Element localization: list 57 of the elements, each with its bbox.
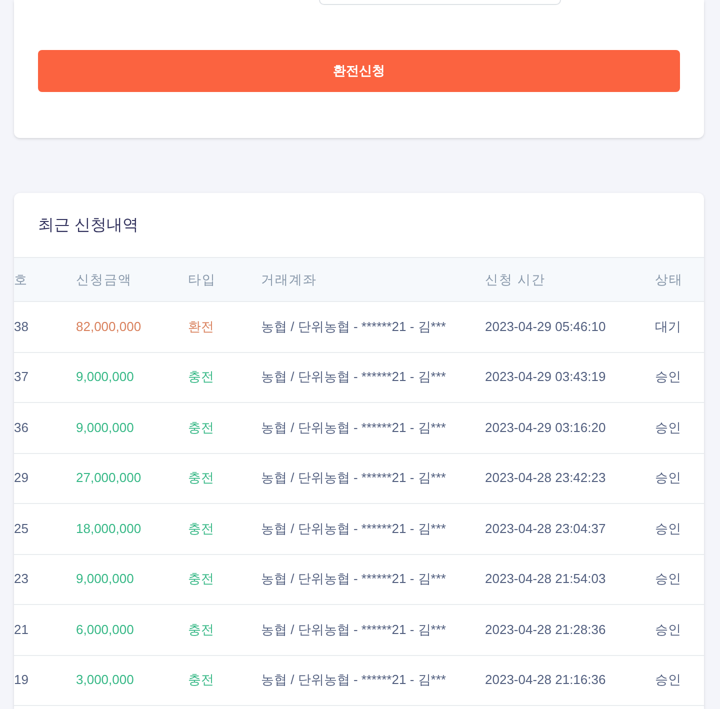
type-text: 충전 [188,571,214,586]
status-text: 승인 [655,420,681,435]
request-time-text: 2023-04-28 23:04:37 [485,520,606,536]
amount-text: 18,000,000 [76,520,142,536]
row-id-text: 29 [14,470,28,486]
account-text: 농협 / 단위농협 - ******21 - 김*** [261,520,446,536]
request-time-text: 2023-04-29 03:43:19 [485,369,606,384]
input-field[interactable] [319,0,561,5]
column-header: 호 [14,272,28,286]
row-id-text: 21 [14,622,28,637]
amount-text: 9,000,000 [76,571,134,586]
status-text: 대기 [655,318,681,334]
request-time-text: 2023-04-29 05:46:10 [485,318,606,334]
status-text: 승인 [655,571,681,586]
row-id-text: 38 [14,318,28,334]
account-text: 농협 / 단위농협 - ******21 - 김*** [261,672,446,688]
request-time-text: 2023-04-28 21:28:36 [485,622,606,637]
account-text: 농협 / 단위농협 - ******21 - 김*** [261,420,446,435]
type-text: 충전 [188,520,214,536]
account-text: 농협 / 단위농협 - ******21 - 김*** [261,369,446,384]
row-id-text: 23 [14,571,28,586]
request-time-text: 2023-04-28 23:42:23 [485,470,606,486]
request-time-text: 2023-04-28 21:16:36 [485,672,606,688]
exchange-request-button[interactable]: 환전신청 [38,50,680,92]
column-header: 신청 시간 [485,272,546,286]
account-text: 농협 / 단위농협 - ******21 - 김*** [261,318,446,334]
status-text: 승인 [655,470,681,486]
column-header: 타입 [188,272,216,286]
account-text: 농협 / 단위농협 - ******21 - 김*** [261,470,446,486]
row-id-text: 25 [14,520,28,536]
request-time-text: 2023-04-29 03:16:20 [485,420,606,435]
row-id-text: 37 [14,369,28,384]
status-text: 승인 [655,520,681,536]
request-time-text: 2023-04-28 21:54:03 [485,571,606,586]
status-text: 승인 [655,672,681,688]
type-text: 충전 [188,369,214,384]
amount-text: 82,000,000 [76,318,142,334]
type-text: 충전 [188,672,214,688]
account-text: 농협 / 단위농협 - ******21 - 김*** [261,622,446,637]
amount-text: 3,000,000 [76,672,134,688]
status-text: 승인 [655,369,681,384]
row-id-text: 36 [14,420,28,435]
amount-text: 9,000,000 [76,420,134,435]
amount-text: 9,000,000 [76,369,134,384]
column-header: 상태 [655,272,683,286]
type-text: 환전 [188,318,214,334]
section-title: 최근 신청내역 [38,217,138,234]
column-header: 신청금액 [76,272,132,286]
column-header: 거래계좌 [261,272,317,286]
type-text: 충전 [188,622,214,637]
amount-text: 6,000,000 [76,622,134,637]
type-text: 충전 [188,420,214,435]
account-text: 농협 / 단위농협 - ******21 - 김*** [261,571,446,586]
amount-text: 27,000,000 [76,470,142,486]
status-text: 승인 [655,622,681,637]
type-text: 충전 [188,470,214,486]
row-id-text: 19 [14,672,28,688]
